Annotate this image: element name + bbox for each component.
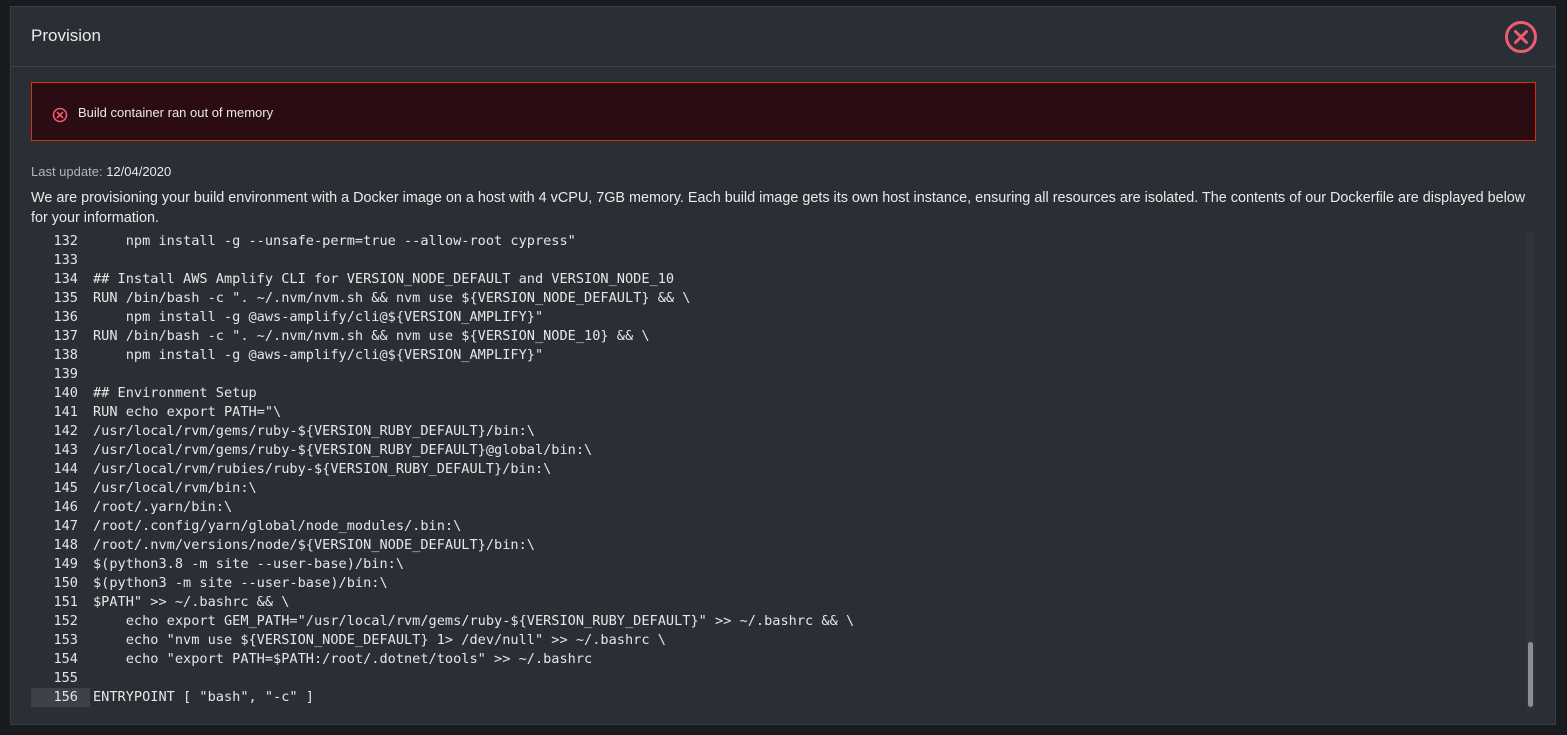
line-text: ## Environment Setup <box>93 385 257 401</box>
code-line: 137 RUN /bin/bash -c ". ~/.nvm/nvm.sh && … <box>31 327 1536 346</box>
line-number: 137 <box>53 328 78 344</box>
modal-header: Provision <box>11 7 1555 67</box>
provision-description: We are provisioning your build environme… <box>31 190 1526 226</box>
scrollbar-thumb[interactable] <box>1528 642 1533 707</box>
code-line: 136 npm install -g @aws-amplify/cli@${VE… <box>31 308 1536 327</box>
line-number: 147 <box>53 518 78 534</box>
code-line: 132 npm install -g --unsafe-perm=true --… <box>31 232 1536 251</box>
code-line: 140 ## Environment Setup <box>31 384 1536 403</box>
close-circle-icon <box>1505 21 1537 53</box>
line-text: /usr/local/rvm/bin:\ <box>93 480 257 496</box>
line-number: 152 <box>53 613 78 629</box>
code-line: 155 <box>31 669 1536 688</box>
code-line: 142/usr/local/rvm/gems/ruby-${VERSION_RU… <box>31 422 1536 441</box>
line-text: RUN /bin/bash -c ". ~/.nvm/nvm.sh && nvm… <box>93 328 650 344</box>
line-text: $PATH" >> ~/.bashrc && \ <box>93 594 290 610</box>
line-number: 148 <box>53 537 78 553</box>
last-update-label: Last update: <box>31 164 103 179</box>
line-text: /usr/local/rvm/gems/ruby-${VERSION_RUBY_… <box>93 442 593 458</box>
line-text: echo export GEM_PATH="/usr/local/rvm/gem… <box>93 613 855 629</box>
code-line: 151 $PATH" >> ~/.bashrc && \ <box>31 593 1536 612</box>
provision-modal: Provision Build container ran out of mem… <box>10 6 1556 725</box>
line-number: 133 <box>53 252 78 268</box>
last-update-value: 12/04/2020 <box>106 164 172 179</box>
line-text: /root/.yarn/bin:\ <box>93 499 233 515</box>
line-text: RUN /bin/bash -c ". ~/.nvm/nvm.sh && nvm… <box>93 290 691 306</box>
line-text: npm install -g --unsafe-perm=true --allo… <box>93 233 576 249</box>
line-text: /root/.config/yarn/global/node_modules/.… <box>93 518 462 534</box>
code-line: 143/usr/local/rvm/gems/ruby-${VERSION_RU… <box>31 441 1536 460</box>
line-text: echo "export PATH=$PATH:/root/.dotnet/to… <box>93 651 593 667</box>
line-text: npm install -g @aws-amplify/cli@${VERSIO… <box>93 309 544 325</box>
code-line: 148/root/.nvm/versions/node/${VERSION_NO… <box>31 536 1536 555</box>
error-circle-icon <box>52 107 68 123</box>
line-number: 144 <box>53 461 78 477</box>
line-number: 146 <box>53 499 78 515</box>
line-number: 150 <box>53 575 78 591</box>
last-update: Last update: 12/04/2020 <box>31 164 171 179</box>
line-number: 136 <box>53 309 78 325</box>
line-number: 149 <box>53 556 78 572</box>
line-text: RUN echo export PATH="\ <box>93 404 282 420</box>
line-number: 141 <box>53 404 78 420</box>
code-line: 135 RUN /bin/bash -c ". ~/.nvm/nvm.sh && … <box>31 289 1536 308</box>
line-number: 155 <box>53 670 78 686</box>
code-scrollbar[interactable] <box>1526 232 1535 710</box>
code-line: 134 ## Install AWS Amplify CLI for VERSIO… <box>31 270 1536 289</box>
line-number: 135 <box>53 290 78 306</box>
code-line: 153 echo "nvm use ${VERSION_NODE_DEFAULT… <box>31 631 1536 650</box>
line-number: 139 <box>53 366 78 382</box>
close-button[interactable] <box>1504 20 1538 54</box>
line-text: echo "nvm use ${VERSION_NODE_DEFAULT} 1>… <box>93 632 666 648</box>
line-text: $(python3.8 -m site --user-base)/bin:\ <box>93 556 404 572</box>
line-number: 154 <box>53 651 78 667</box>
alert-message: Build container ran out of memory <box>78 105 274 120</box>
code-line: 139 <box>31 365 1536 384</box>
line-text: /root/.nvm/versions/node/${VERSION_NODE_… <box>93 537 535 553</box>
line-number: 151 <box>53 594 78 610</box>
dockerfile-code-view[interactable]: 132 npm install -g --unsafe-perm=true --… <box>31 232 1536 712</box>
modal-title: Provision <box>31 26 101 45</box>
code-line: 145/usr/local/rvm/bin:\ <box>31 479 1536 498</box>
line-number: 138 <box>53 347 78 363</box>
line-number: 143 <box>53 442 78 458</box>
line-text: ## Install AWS Amplify CLI for VERSION_N… <box>93 271 675 287</box>
code-line: 141 RUN echo export PATH="\ <box>31 403 1536 422</box>
line-number: 145 <box>53 480 78 496</box>
code-line: 156 ENTRYPOINT [ "bash", "-c" ] <box>31 688 1536 707</box>
code-line: 147/root/.config/yarn/global/node_module… <box>31 517 1536 536</box>
line-text: ENTRYPOINT [ "bash", "-c" ] <box>93 689 314 705</box>
line-text: /usr/local/rvm/rubies/ruby-${VERSION_RUB… <box>93 461 552 477</box>
error-alert: Build container ran out of memory <box>31 82 1536 141</box>
code-line: 133 <box>31 251 1536 270</box>
code-line: 150 $(python3 -m site --user-base)/bin:\ <box>31 574 1536 593</box>
line-text: $(python3 -m site --user-base)/bin:\ <box>93 575 388 591</box>
line-text: npm install -g @aws-amplify/cli@${VERSIO… <box>93 347 544 363</box>
code-line: 146/root/.yarn/bin:\ <box>31 498 1536 517</box>
code-line: 149 $(python3.8 -m site --user-base)/bin:… <box>31 555 1536 574</box>
line-number: 134 <box>53 271 78 287</box>
line-number: 140 <box>53 385 78 401</box>
code-line: 154 echo "export PATH=$PATH:/root/.dotne… <box>31 650 1536 669</box>
line-number: 156 <box>31 688 90 707</box>
line-number: 153 <box>53 632 78 648</box>
code-line: 138 npm install -g @aws-amplify/cli@${VE… <box>31 346 1536 365</box>
line-number: 142 <box>53 423 78 439</box>
code-line: 152 echo export GEM_PATH="/usr/local/rvm… <box>31 612 1536 631</box>
line-number: 132 <box>53 233 78 249</box>
code-line: 144/usr/local/rvm/rubies/ruby-${VERSION_… <box>31 460 1536 479</box>
line-text: /usr/local/rvm/gems/ruby-${VERSION_RUBY_… <box>93 423 535 439</box>
